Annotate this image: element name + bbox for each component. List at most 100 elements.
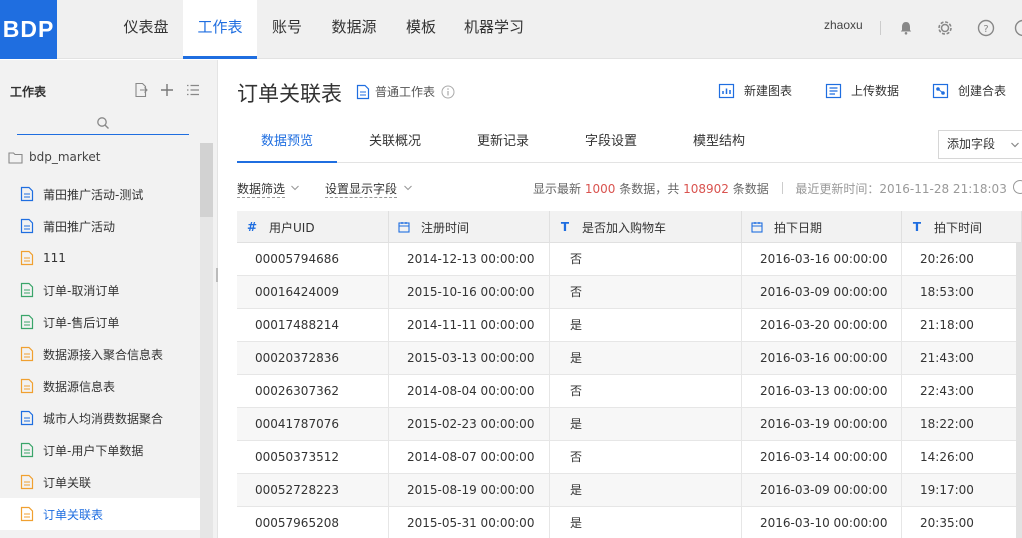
column-header-label: 用户UID <box>269 220 315 235</box>
column-header[interactable]: T 是否加入购物车 <box>550 211 742 243</box>
add-icon[interactable] <box>159 82 175 98</box>
nav-dashboard[interactable]: 仪表盘 <box>110 0 182 59</box>
upload-data-button[interactable]: 上传数据 <box>825 82 899 99</box>
sidebar-search-input[interactable] <box>17 112 189 135</box>
sidebar-item-label: 城市人均消费数据聚合 <box>43 411 164 426</box>
table-cell: 是 <box>550 408 742 441</box>
new-chart-button[interactable]: 新建图表 <box>718 82 792 99</box>
import-sheet-icon[interactable] <box>133 82 149 98</box>
table-cell: 00041787076 <box>237 408 389 441</box>
sidebar-scrollbar[interactable] <box>200 143 213 538</box>
search-icon <box>97 117 109 129</box>
table-cell: 2015-10-16 00:00:00 <box>389 276 550 309</box>
table-cell: 2015-02-23 00:00:00 <box>389 408 550 441</box>
table-cell: 是 <box>550 309 742 342</box>
table-row[interactable]: 00016424009 2015-10-16 00:00:00 否 2016-03-0… <box>237 276 1022 309</box>
tab-relation-overview[interactable]: 关联概况 <box>345 125 445 163</box>
sidebar-item[interactable]: 莆田推广活动 <box>0 210 200 242</box>
table-row[interactable]: 00005794686 2014-12-13 00:00:00 否 2016-03-1… <box>237 243 1022 276</box>
sidebar-item[interactable]: 莆田推广活动-测试 <box>0 178 200 210</box>
nav-worksheets[interactable]: 工作表 <box>183 0 257 59</box>
sidebar-item-label: 订单关联表 <box>43 507 104 522</box>
sidebar-item[interactable]: 订单-取消订单 <box>0 274 200 306</box>
sidebar-scroll-thumb[interactable] <box>200 143 213 217</box>
sidebar-item[interactable]: 111 <box>0 242 200 274</box>
merge-icon <box>932 83 949 98</box>
username[interactable]: zhaoxu <box>824 18 863 32</box>
sidebar-item-label: 订单-售后订单 <box>43 315 120 330</box>
sidebar-item[interactable]: 订单-售后订单 <box>0 306 200 338</box>
nav-datasources[interactable]: 数据源 <box>322 0 386 59</box>
column-header[interactable]: # 用户UID <box>237 211 389 243</box>
table-cell: 否 <box>550 375 742 408</box>
table-cell: 19:17:00 <box>902 474 1022 507</box>
table-row[interactable]: 00017488214 2014-11-11 00:00:00 是 2016-03-2… <box>237 309 1022 342</box>
sheet-type: 普通工作表 <box>356 83 460 100</box>
svg-text:?: ? <box>983 24 988 35</box>
column-header-label: 拍下时间 <box>934 220 983 235</box>
table-row[interactable]: 00050373512 2014-08-07 00:00:00 否 2016-03-1… <box>237 441 1022 474</box>
sidebar-item[interactable]: 订单关联 <box>0 466 200 498</box>
tab-data-preview[interactable]: 数据预览 <box>237 125 337 163</box>
data-filter-link[interactable]: 数据筛选 <box>237 180 286 198</box>
table-cell: 22:43:00 <box>902 375 1022 408</box>
sidebar-item[interactable]: 订单-用户下单数据 <box>0 434 200 466</box>
nav-templates[interactable]: 模板 <box>394 0 448 59</box>
sidebar-item[interactable]: 数据源接入聚合信息表 <box>0 338 200 370</box>
gear-icon[interactable] <box>934 17 956 39</box>
sidebar-item[interactable]: 订单关联表 <box>0 498 200 530</box>
worksheet-icon <box>20 474 34 490</box>
sheet-type-label: 普通工作表 <box>375 85 436 99</box>
table-cell: 否 <box>550 441 742 474</box>
list-view-icon[interactable] <box>185 82 201 98</box>
table-cell: 00017488214 <box>237 309 389 342</box>
chevron-down-icon[interactable] <box>290 184 300 192</box>
sidebar-resize-handle[interactable] <box>216 268 218 282</box>
table-row[interactable]: 00052728223 2015-08-19 00:00:00 是 2016-03-0… <box>237 474 1022 507</box>
more-icon[interactable] <box>1012 17 1022 39</box>
bell-icon[interactable] <box>895 17 917 39</box>
add-field-dropdown[interactable]: 添加字段 <box>938 130 1022 159</box>
column-header[interactable]: 拍下日期 <box>742 211 902 243</box>
table-cell: 是 <box>550 507 742 538</box>
new-chart-label: 新建图表 <box>744 84 793 98</box>
folder-bdp-market[interactable]: bdp_market <box>8 150 100 164</box>
table-row[interactable]: 00041787076 2015-02-23 00:00:00 是 2016-03-1… <box>237 408 1022 441</box>
table-cell: 2016-03-09 00:00:00 <box>742 276 902 309</box>
nav-accounts[interactable]: 账号 <box>260 0 314 59</box>
table-cell: 2015-08-19 00:00:00 <box>389 474 550 507</box>
table-cell: 是 <box>550 342 742 375</box>
text-field-icon: T <box>912 220 922 234</box>
sidebar-item-label: 莆田推广活动-测试 <box>43 187 144 202</box>
create-merge-button[interactable]: 创建合表 <box>932 82 1006 99</box>
column-header[interactable]: 注册时间 <box>389 211 550 243</box>
sidebar-item[interactable]: 城市人均消费数据聚合 <box>0 402 200 434</box>
sidebar-item[interactable]: 数据源信息表 <box>0 370 200 402</box>
worksheet-icon <box>20 218 34 234</box>
table-cell: 2015-03-13 00:00:00 <box>389 342 550 375</box>
sheet-icon <box>356 84 370 99</box>
tab-field-settings[interactable]: 字段设置 <box>561 125 661 163</box>
help-icon[interactable]: ? <box>975 17 997 39</box>
tab-model-structure[interactable]: 模型结构 <box>669 125 769 163</box>
nav-machine-learning[interactable]: 机器学习 <box>458 0 530 59</box>
table-cell: 2016-03-16 00:00:00 <box>742 243 902 276</box>
column-header[interactable]: T 拍下时间 <box>902 211 1022 243</box>
table-row[interactable]: 00026307362 2014-08-04 00:00:00 否 2016-03-1… <box>237 375 1022 408</box>
table-cell: 2016-03-16 00:00:00 <box>742 342 902 375</box>
table-row[interactable]: 00057965208 2015-05-31 00:00:00 是 2016-03-1… <box>237 507 1022 538</box>
table-row[interactable]: 00020372836 2015-03-13 00:00:00 是 2016-03-1… <box>237 342 1022 375</box>
info-icon[interactable] <box>441 85 455 99</box>
divider <box>781 182 783 194</box>
table-scrollbar[interactable] <box>1016 243 1022 538</box>
worksheet-sidebar: 工作表 bdp_market 莆田推广活动-测试 莆田推广活动 111 订单-取消订单… <box>0 60 218 538</box>
tab-update-history[interactable]: 更新记录 <box>453 125 553 163</box>
create-merge-label: 创建合表 <box>958 84 1007 98</box>
table-header: # 用户UID 注册时间 T 是否加入购物车 拍下日期 T 拍下时间 <box>237 211 1022 243</box>
chevron-down-icon[interactable] <box>403 184 413 192</box>
display-fields-link[interactable]: 设置显示字段 <box>325 180 398 198</box>
sidebar-item-label: 111 <box>43 251 66 265</box>
top-nav-bar: BDP 仪表盘 工作表 账号 数据源 模板 机器学习 zhaoxu ? <box>0 0 1022 59</box>
refresh-icon[interactable] <box>1013 180 1022 194</box>
bdp-logo[interactable]: BDP <box>0 0 57 59</box>
